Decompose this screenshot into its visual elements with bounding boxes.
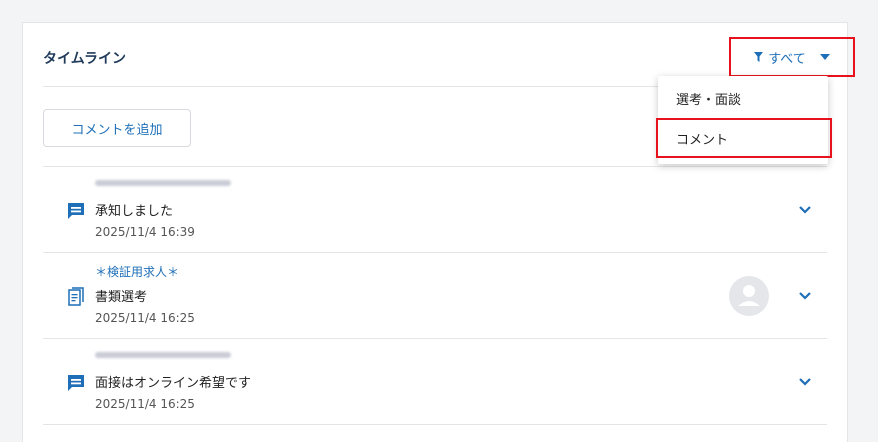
funnel-icon: [754, 52, 764, 62]
chevron-down-icon[interactable]: [795, 286, 815, 306]
job-title: ＊検証用求人＊: [95, 265, 180, 279]
item-date: 2025/11/4 16:39: [95, 225, 195, 239]
filter-option-selection-interview[interactable]: 選考・面談: [658, 78, 828, 118]
filter-button[interactable]: すべて: [729, 37, 855, 77]
item-date: 2025/11/4 16:25: [95, 397, 195, 411]
chevron-down-icon[interactable]: [795, 372, 815, 392]
item-date: 2025/11/4 16:25: [95, 311, 195, 325]
author-name-redacted: [95, 180, 231, 186]
author-name-redacted: [95, 352, 231, 358]
comment-icon: [65, 200, 87, 222]
chevron-down-icon[interactable]: [795, 200, 815, 220]
filter-button-label: すべて: [768, 51, 806, 67]
item-text: 面接はオンライン希望です: [95, 376, 252, 391]
filter-option-comment[interactable]: コメント: [656, 118, 832, 158]
timeline-title: タイムライン: [43, 51, 127, 67]
avatar: [729, 276, 769, 316]
comment-icon: [65, 372, 87, 394]
add-comment-button[interactable]: コメントを追加: [43, 109, 191, 147]
item-text: 書類選考: [95, 290, 148, 305]
caret-down-icon: [819, 54, 830, 60]
item-text: 承知しました: [95, 204, 174, 219]
document-review-icon: [65, 286, 87, 308]
timeline-item: 面接はオンライン希望です 2025/11/4 16:25: [43, 339, 827, 425]
timeline-item: 承知しました 2025/11/4 16:39: [43, 167, 827, 253]
timeline-item: ＊検証用求人＊ 書類選考 2025/11/4 16:25: [43, 253, 827, 339]
filter-dropdown-menu: 選考・面談 コメント: [656, 76, 832, 164]
